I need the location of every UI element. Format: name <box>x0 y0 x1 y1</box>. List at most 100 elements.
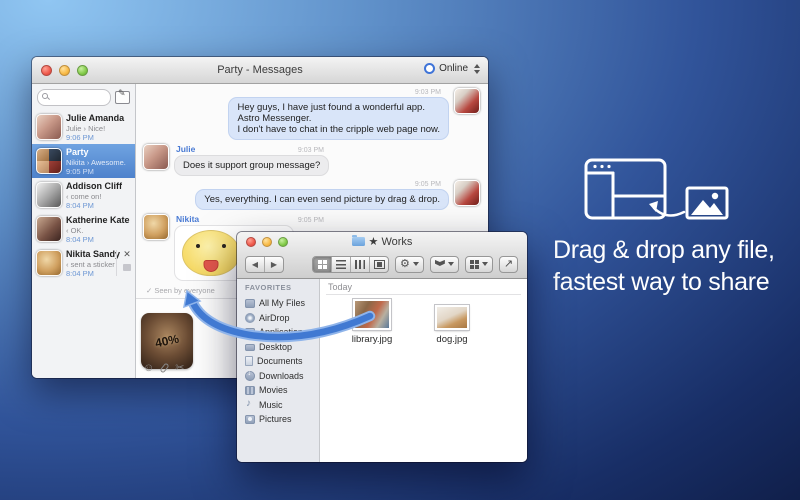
sidebar-item-label: Pictures <box>259 414 292 424</box>
messages-titlebar[interactable]: Party - Messages Online <box>32 57 488 84</box>
avatar <box>143 144 169 170</box>
minimize-button[interactable] <box>59 65 70 76</box>
traffic-lights <box>41 65 88 76</box>
contact-preview: Julie › Nice! <box>66 124 124 133</box>
music-icon <box>245 400 255 409</box>
share-icon: ↗ <box>504 259 513 270</box>
message-time: 9:03 PM <box>298 147 324 154</box>
folder-icon <box>352 237 365 246</box>
contact-row[interactable]: Nikita Sandy ‹ sent a sticker 8:04 PM ✕ <box>32 246 135 280</box>
file-item[interactable]: library.jpg <box>342 299 402 345</box>
share-button[interactable]: ↗ <box>499 256 518 273</box>
dropbox-menu-button[interactable] <box>430 256 459 273</box>
attachment-icon[interactable] <box>160 363 170 374</box>
avatar <box>36 148 62 174</box>
today-section-label: Today <box>328 282 352 292</box>
contact-row[interactable]: Party Nikita › Awesome. 9:05 PM <box>32 144 135 178</box>
tongue-out-smiley-sticker <box>182 230 240 276</box>
sidebar-item-airdrop[interactable]: AirDrop <box>245 311 319 326</box>
contact-name: Nikita Sandy <box>66 249 120 260</box>
favorites-header: FAVORITES <box>245 283 319 292</box>
file-name: dog.jpg <box>422 334 482 345</box>
action-menu-button[interactable]: ⚙ <box>395 256 424 273</box>
back-button[interactable]: ◀ <box>246 257 265 272</box>
documents-icon <box>245 356 253 366</box>
applications-icon <box>245 328 255 337</box>
contact-time: 8:04 PM <box>66 201 122 210</box>
upload-progress-label: 40% <box>154 332 180 351</box>
forward-icon: ▶ <box>271 260 277 269</box>
contact-row[interactable]: Julie Amanda Julie › Nice! 9:06 PM <box>32 110 135 144</box>
avatar <box>36 114 62 140</box>
sidebar-item-applications[interactable]: Applications <box>245 325 319 340</box>
contact-preview: Nikita › Awesome. <box>66 158 126 167</box>
contact-preview: ‹ come on! <box>66 192 122 201</box>
screenshot-stage: Drag & drop any file, fastest way to sha… <box>0 0 800 500</box>
avatar <box>36 216 62 242</box>
avatar <box>36 250 62 276</box>
contact-row[interactable]: Katherine Kate ‹ OK. 8:04 PM <box>32 212 135 246</box>
icon-view-button[interactable] <box>313 257 332 272</box>
sidebar-item-movies[interactable]: Movies <box>245 383 319 398</box>
online-status-label: Online <box>439 63 468 74</box>
arrange-menu-button[interactable] <box>465 256 493 273</box>
section-divider <box>326 294 521 295</box>
chevron-down-icon <box>413 262 419 266</box>
sidebar-item-documents[interactable]: Documents <box>245 354 319 369</box>
contact-name: Katherine Kate <box>66 215 130 226</box>
online-status-menu[interactable]: Online <box>424 63 480 74</box>
scissors-icon[interactable]: ✂ <box>175 363 184 373</box>
icon-view-icon <box>318 260 327 269</box>
emoji-icon[interactable]: ☺ <box>143 363 154 373</box>
message-time: 9:05 PM <box>298 217 324 224</box>
contact-row[interactable]: Addison Cliff ‹ come on! 8:04 PM <box>32 178 135 212</box>
search-input[interactable] <box>37 89 111 106</box>
promo-line-1: Drag & drop any file, <box>553 234 775 266</box>
file-item[interactable]: dog.jpg <box>422 299 482 345</box>
conversation-sidebar: Julie Amanda Julie › Nice! 9:06 PM Party… <box>32 84 136 378</box>
sidebar-item-label: Desktop <box>259 342 292 352</box>
finder-titlebar[interactable]: ★ Works ◀ ▶ ⚙ ↗ <box>237 232 527 279</box>
online-indicator-icon <box>424 63 435 74</box>
list-view-button[interactable] <box>332 257 351 272</box>
status-dropdown-icon <box>474 64 480 74</box>
contact-time: 9:05 PM <box>66 167 126 176</box>
sidebar-item-label: Documents <box>257 356 303 366</box>
sidebar-item-all-my-files[interactable]: All My Files <box>245 296 319 311</box>
favorites-list: All My Files AirDrop Applications Deskto… <box>245 296 319 427</box>
finder-file-area[interactable]: Today library.jpg dog.jpg <box>320 279 527 462</box>
message-bubble: Does it support group message? <box>174 155 329 176</box>
mute-icon <box>123 264 131 271</box>
avatar <box>36 182 62 208</box>
desktop-icon <box>245 344 255 351</box>
contact-name: Party <box>66 147 126 158</box>
sender-name: Julie <box>176 144 195 154</box>
airdrop-icon <box>245 313 255 323</box>
sidebar-item-pictures[interactable]: Pictures <box>245 412 319 427</box>
contact-name: Addison Cliff <box>66 181 122 192</box>
coverflow-view-button[interactable] <box>370 257 388 272</box>
sidebar-item-label: Music <box>259 400 283 410</box>
coverflow-view-icon <box>374 260 385 269</box>
downloads-icon <box>245 371 255 381</box>
sidebar-item-music[interactable]: Music <box>245 398 319 413</box>
sidebar-item-downloads[interactable]: Downloads <box>245 369 319 384</box>
contact-preview: ‹ OK. <box>66 226 130 235</box>
sidebar-item-desktop[interactable]: Desktop <box>245 340 319 355</box>
compose-button[interactable] <box>115 91 130 104</box>
sidebar-item-label: Applications <box>259 327 308 337</box>
finder-sidebar: FAVORITES All My Files AirDrop Applicati… <box>237 279 320 462</box>
forward-button[interactable]: ▶ <box>265 257 283 272</box>
column-view-button[interactable] <box>351 257 370 272</box>
window-title: Party - Messages <box>217 64 303 76</box>
zoom-button[interactable] <box>77 65 88 76</box>
message-bubble: Hey guys, I have just found a wonderful … <box>228 97 449 140</box>
close-conversation-button[interactable]: ✕ <box>123 250 131 259</box>
movies-icon <box>245 386 255 395</box>
pictures-icon <box>245 415 255 424</box>
all-files-icon <box>245 299 255 308</box>
close-button[interactable] <box>41 65 52 76</box>
chevron-down-icon <box>448 262 454 266</box>
window-outline-icon <box>586 160 665 218</box>
message-time: 9:03 PM <box>415 89 441 96</box>
